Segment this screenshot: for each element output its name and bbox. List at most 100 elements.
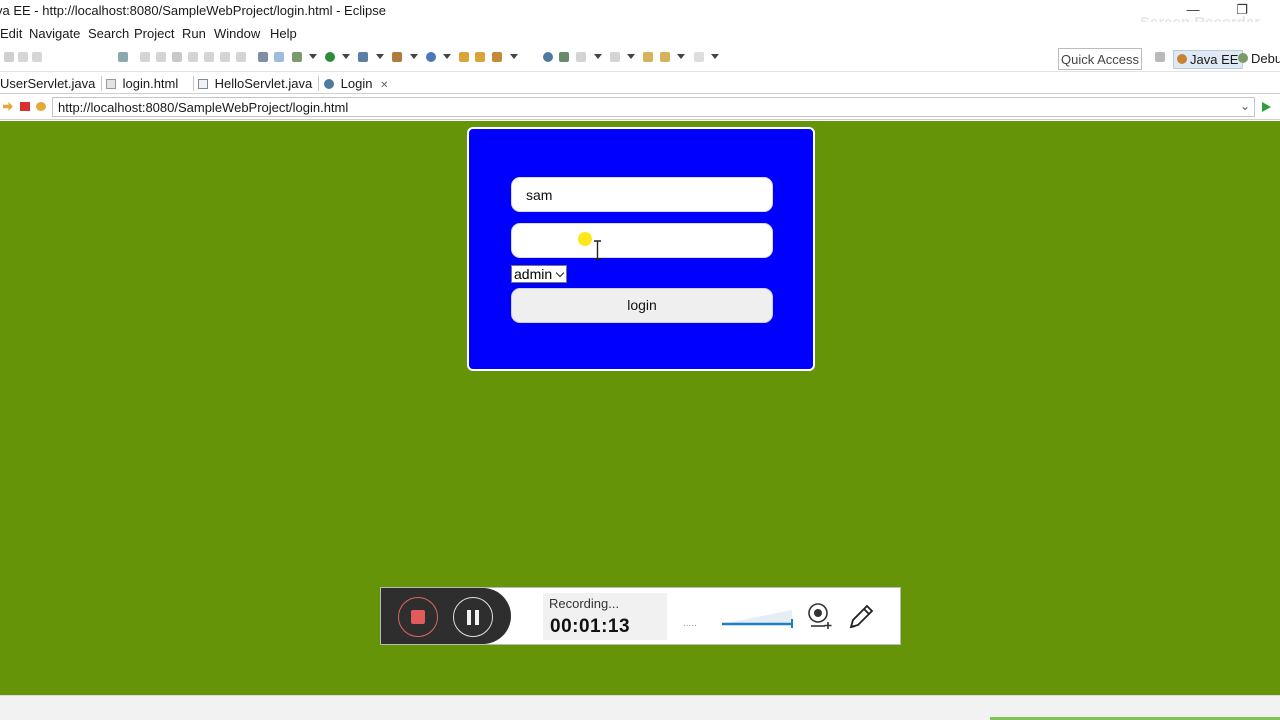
pen-icon[interactable]	[847, 601, 875, 631]
menu-help[interactable]: Help	[270, 26, 297, 41]
recording-timer: 00:01:13	[550, 616, 631, 637]
menu-window[interactable]: Window	[214, 26, 260, 41]
tab-separator	[318, 76, 319, 91]
forward-arrow-icon[interactable]	[3, 102, 13, 111]
main-toolbar: Quick Access Java EE Debu	[0, 44, 1280, 72]
menu-project[interactable]: Project	[134, 26, 174, 41]
chevron-down-icon[interactable]	[510, 54, 518, 59]
stop-icon[interactable]	[20, 102, 30, 111]
prev-annotation-icon[interactable]	[610, 52, 620, 62]
perspective-java-ee[interactable]: Java EE	[1173, 50, 1244, 69]
new-icon[interactable]	[4, 52, 14, 62]
volume-slider[interactable]	[722, 608, 794, 630]
chevron-down-icon[interactable]	[627, 54, 635, 59]
new-class-icon[interactable]	[426, 52, 436, 62]
tab-login-html[interactable]: login.html	[106, 76, 178, 91]
pause-recording-button[interactable]	[453, 597, 493, 637]
step-into-icon[interactable]	[204, 52, 214, 62]
last-edit-icon[interactable]	[643, 52, 653, 62]
url-input[interactable]: http://localhost:8080/SampleWebProject/l…	[52, 97, 1255, 117]
tab-label: UserServlet.java	[0, 76, 96, 91]
login-form: sam admin login	[467, 127, 815, 371]
role-select[interactable]: admin	[511, 265, 567, 283]
chevron-down-icon[interactable]	[376, 54, 384, 59]
disconnect-icon[interactable]	[188, 52, 198, 62]
chevron-down-icon[interactable]	[443, 54, 451, 59]
open-folder-icon[interactable]	[459, 52, 469, 62]
step-return-icon[interactable]	[236, 52, 246, 62]
close-icon[interactable]: ✕	[380, 80, 388, 91]
menu-run[interactable]: Run	[182, 26, 206, 41]
globe-icon[interactable]	[543, 52, 553, 62]
menu-edit[interactable]: Edit	[0, 26, 22, 41]
tab-separator	[101, 76, 102, 91]
new-server-icon[interactable]	[392, 52, 402, 62]
dots-icon: .....	[683, 618, 697, 629]
chevron-down-icon[interactable]	[711, 54, 719, 59]
menu-search[interactable]: Search	[88, 26, 129, 41]
restore-button[interactable]: ❐	[1232, 2, 1252, 18]
refresh-icon[interactable]	[36, 102, 46, 111]
perspective-java-ee-label: Java EE	[1190, 52, 1239, 67]
forward-icon[interactable]	[694, 52, 704, 62]
recording-info: Recording... 00:01:13	[543, 593, 667, 640]
save-icon[interactable]	[18, 52, 28, 62]
globe-icon	[324, 79, 334, 89]
editor-tabs: UserServlet.java login.html HelloServlet…	[0, 72, 1280, 94]
java-file-icon	[198, 79, 208, 89]
resume-icon[interactable]	[140, 52, 150, 62]
terminate-icon[interactable]	[172, 52, 182, 62]
search-tool-icon[interactable]	[492, 52, 502, 62]
debug-perspective-icon	[1238, 53, 1248, 63]
step-over-icon[interactable]	[220, 52, 230, 62]
suspend-icon[interactable]	[156, 52, 166, 62]
screen-recorder-widget: Recording... 00:01:13 .....	[380, 587, 901, 645]
perspective-debug[interactable]: Debu	[1235, 50, 1280, 67]
open-file-icon[interactable]	[475, 52, 485, 62]
window-titlebar: va EE - http://localhost:8080/SampleWebP…	[0, 0, 1280, 31]
java-ee-icon	[1177, 54, 1187, 64]
tab-separator	[193, 76, 194, 91]
stop-recording-button[interactable]	[398, 597, 438, 637]
username-value: sam	[526, 187, 553, 203]
menu-bar: Edit Navigate Search Project Run Window …	[0, 22, 1280, 44]
annotation-icon[interactable]	[576, 52, 586, 62]
open-perspective-icon[interactable]	[1155, 52, 1165, 62]
role-selected-value: admin	[514, 266, 553, 282]
tab-label: HelloServlet.java	[214, 76, 313, 91]
chevron-down-icon[interactable]	[309, 54, 317, 59]
chevron-down-icon[interactable]	[410, 54, 418, 59]
pin-icon[interactable]	[118, 52, 128, 62]
run-icon[interactable]	[325, 52, 335, 62]
tab-login[interactable]: Login ✕	[324, 76, 388, 91]
toggle-icon[interactable]	[274, 52, 284, 62]
tab-label: Login	[340, 76, 373, 91]
quick-access-input[interactable]: Quick Access	[1058, 48, 1142, 70]
url-text: http://localhost:8080/SampleWebProject/l…	[58, 100, 349, 115]
back-icon[interactable]	[660, 52, 670, 62]
login-button[interactable]: login	[511, 288, 773, 323]
run-config-icon[interactable]	[358, 52, 368, 62]
username-field[interactable]: sam	[511, 177, 773, 212]
chevron-down-icon[interactable]	[342, 54, 350, 59]
debug-icon[interactable]	[292, 52, 302, 62]
tab-helloservlet[interactable]: HelloServlet.java	[198, 76, 312, 91]
print-icon[interactable]	[32, 52, 42, 62]
chevron-down-icon[interactable]: ⌄	[1240, 99, 1250, 113]
browser-address-bar: http://localhost:8080/SampleWebProject/l…	[0, 94, 1280, 120]
chevron-down-icon	[555, 268, 565, 278]
chevron-down-icon[interactable]	[677, 54, 685, 59]
refactor-icon[interactable]	[559, 52, 569, 62]
tab-label: login.html	[122, 76, 179, 91]
text-cursor-icon	[594, 240, 601, 260]
chevron-down-icon[interactable]	[594, 54, 602, 59]
menu-navigate[interactable]: Navigate	[29, 26, 80, 41]
console-icon[interactable]	[258, 52, 268, 62]
minimize-button[interactable]: —	[1183, 2, 1203, 18]
password-field[interactable]	[511, 223, 773, 258]
html-file-icon	[106, 79, 116, 89]
go-icon[interactable]	[1262, 102, 1271, 112]
tab-userservlet[interactable]: UserServlet.java	[0, 76, 95, 91]
webcam-icon[interactable]	[806, 602, 834, 630]
recording-status: Recording...	[549, 596, 620, 611]
